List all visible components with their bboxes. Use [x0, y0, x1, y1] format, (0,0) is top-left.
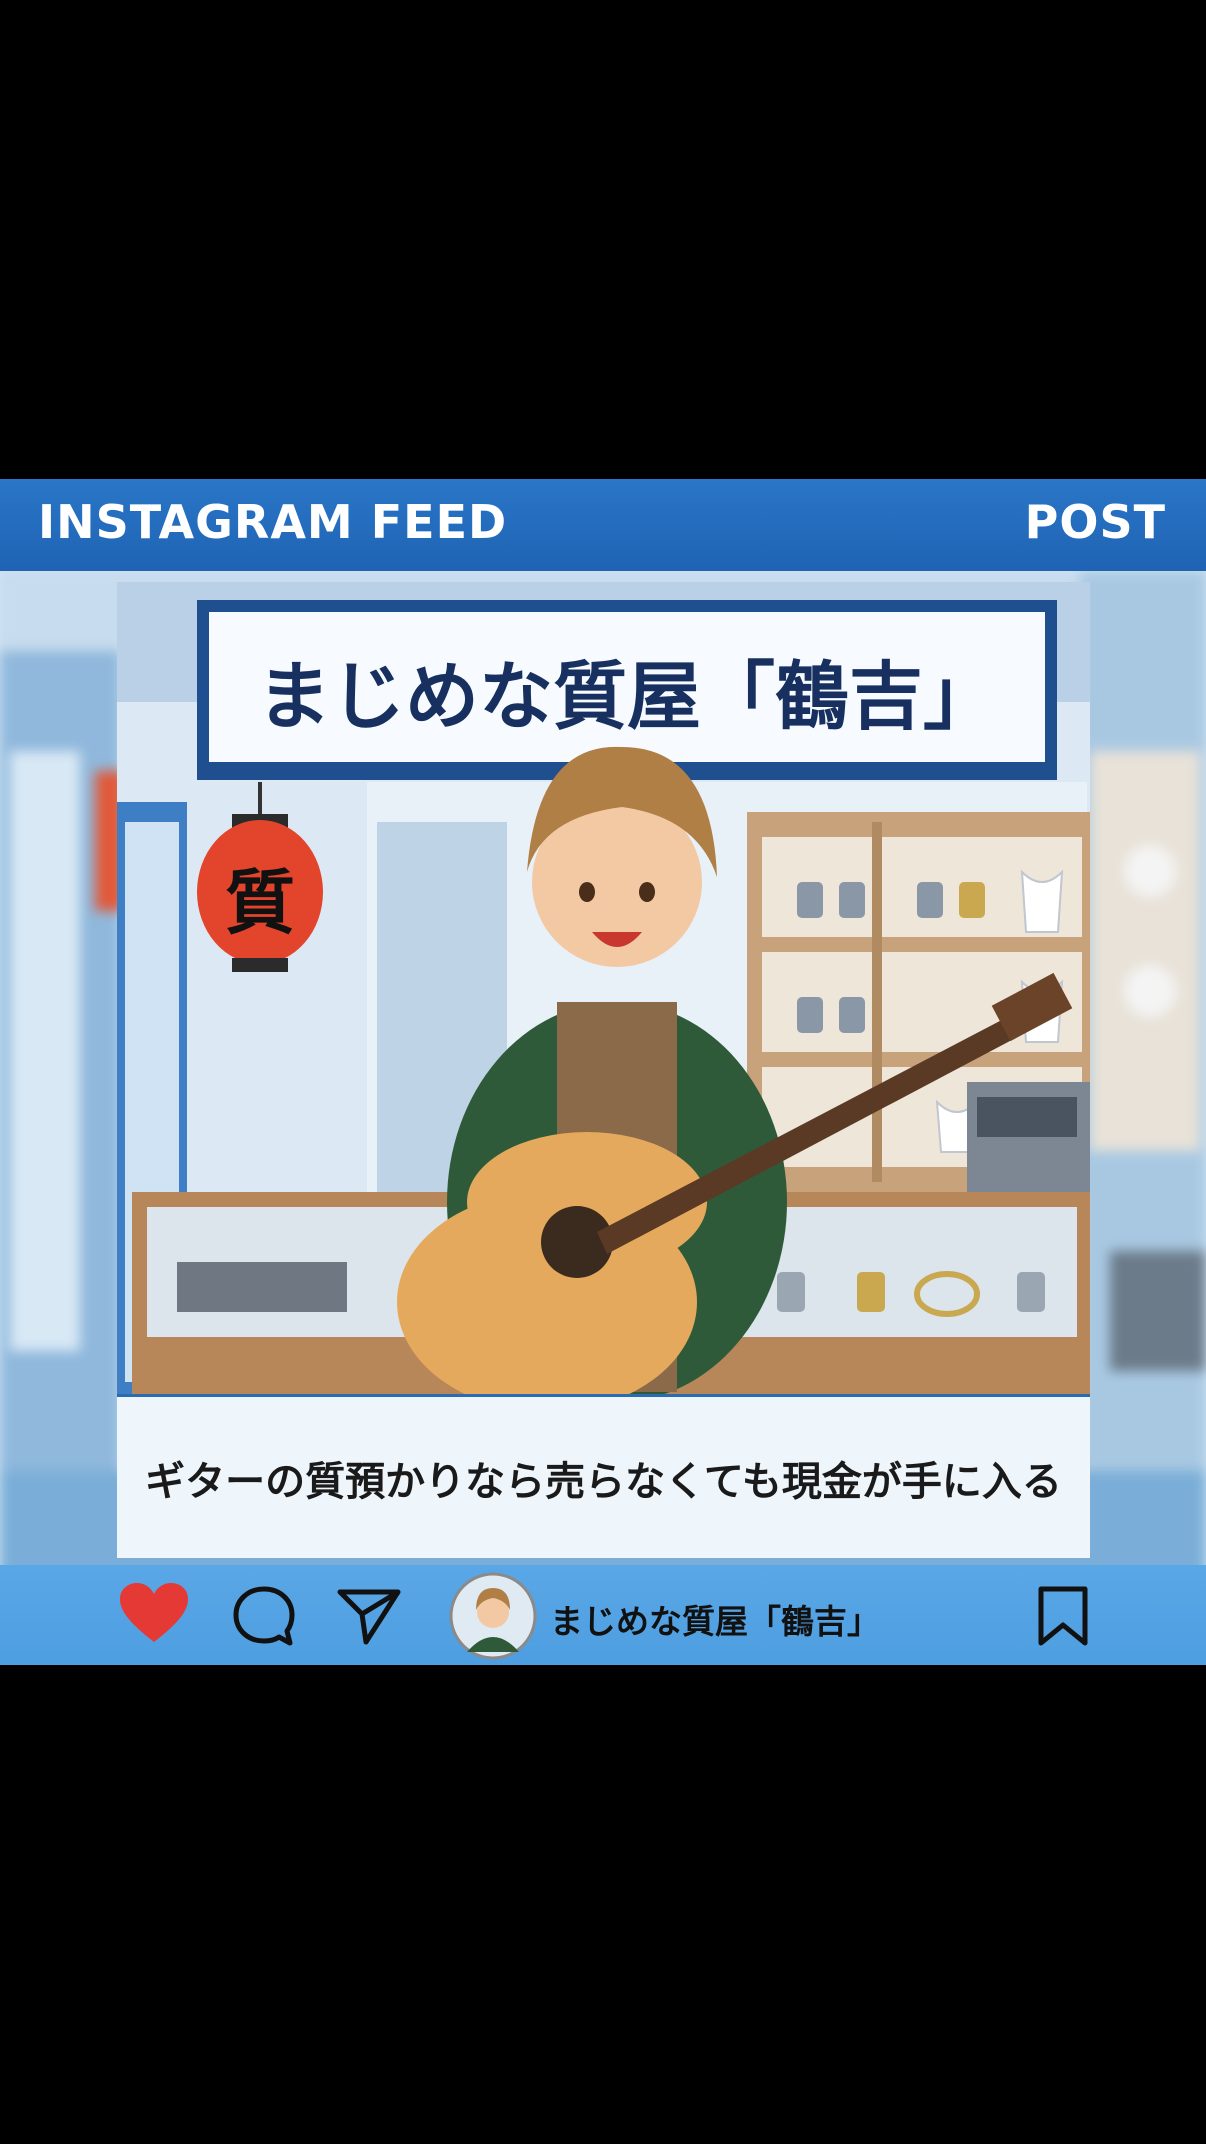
bookmark-icon[interactable]	[1037, 1585, 1089, 1647]
heart-icon[interactable]	[118, 1582, 190, 1646]
post-caption-band: ギターの質預かりなら売らなくても現金が手に入る	[117, 1394, 1090, 1558]
lantern-text: 質	[225, 862, 295, 944]
post-caption: ギターの質預かりなら売らなくても現金が手に入る	[145, 1458, 1062, 1505]
post-image: まじめな質屋「鶴吉」 質	[117, 582, 1090, 1394]
post-label: POST	[1024, 495, 1166, 549]
avatar[interactable]	[449, 1572, 537, 1660]
top-banner: INSTAGRAM FEED POST	[0, 479, 1206, 571]
post-card[interactable]: まじめな質屋「鶴吉」 質 ギターの質預かりなら売らなくても現金が手に入る	[117, 582, 1090, 1558]
comment-bubble-icon[interactable]	[232, 1585, 296, 1649]
shop-sign-text: まじめな質屋「鶴吉」	[257, 654, 997, 740]
feed-label: INSTAGRAM FEED	[38, 495, 508, 549]
account-name[interactable]: まじめな質屋「鶴吉」	[550, 1595, 880, 1643]
send-icon[interactable]	[336, 1586, 402, 1646]
